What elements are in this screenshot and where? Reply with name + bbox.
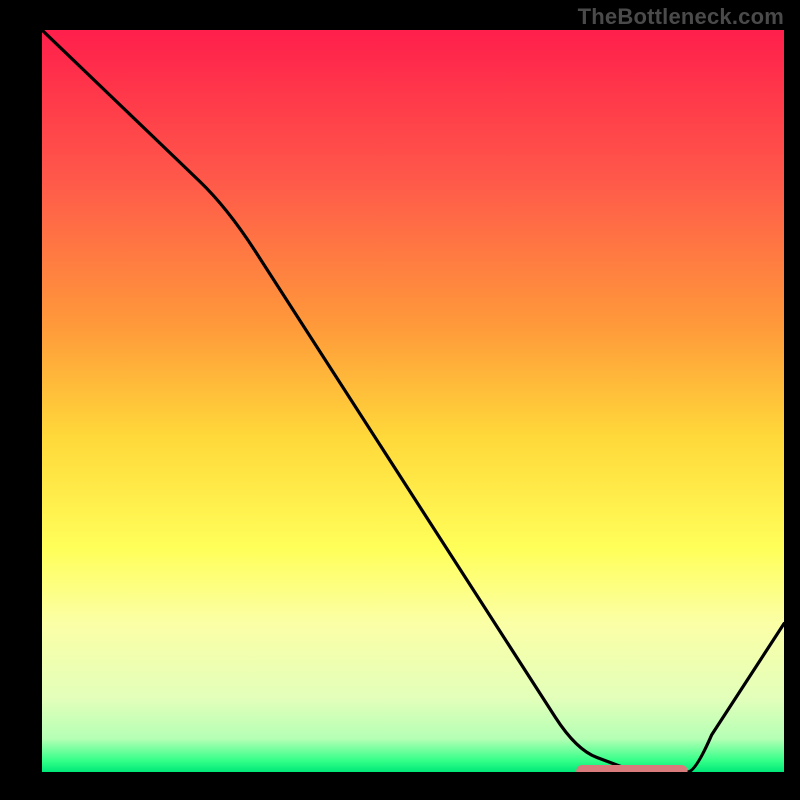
gradient-background [42,30,784,772]
chart-frame: TheBottleneck.com [0,0,800,800]
optimal-range-marker [576,765,687,772]
chart-svg [42,30,784,772]
plot-area [42,30,784,772]
watermark-text: TheBottleneck.com [578,4,784,30]
